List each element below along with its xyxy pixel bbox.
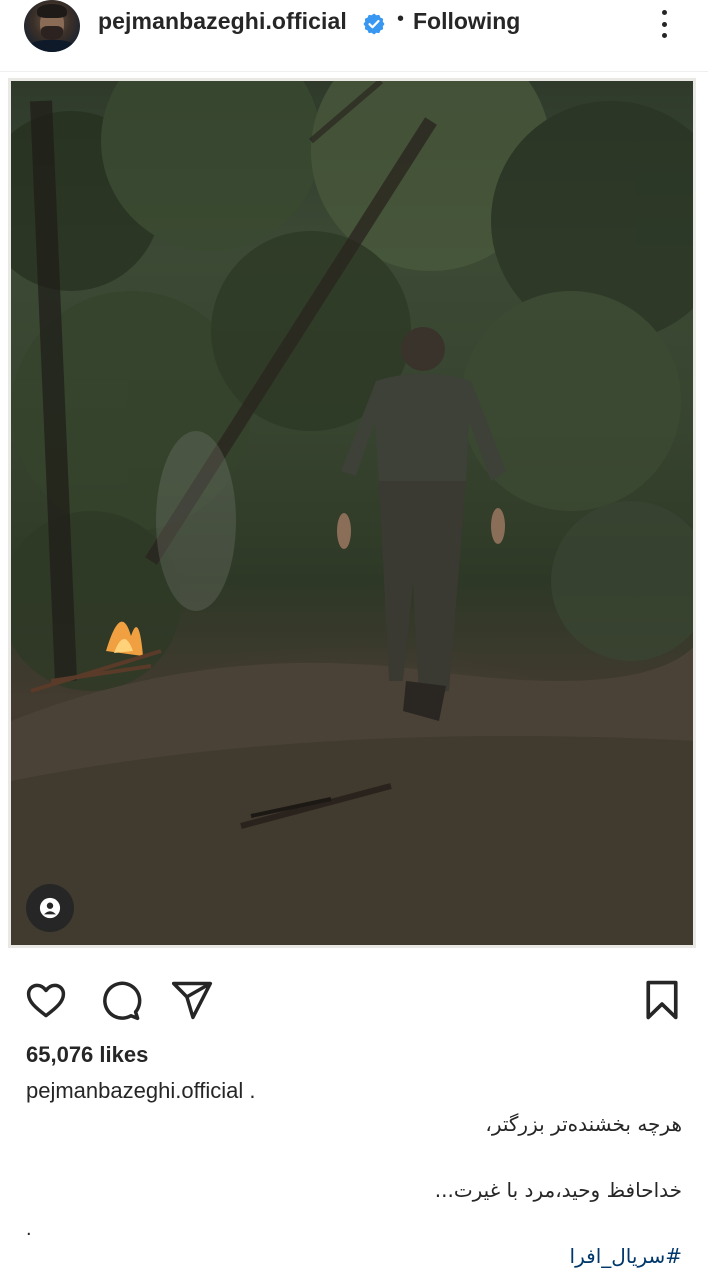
caption-line-2: خداحافظ وحید،مرد با غیرت... [434,1178,682,1202]
user-tag-button[interactable] [26,884,74,932]
caption-dot: . [26,1218,32,1240]
following-button[interactable]: Following [413,8,520,35]
heart-icon[interactable] [24,978,68,1022]
caption-username[interactable]: pejmanbazeghi.official [26,1078,243,1103]
post-image[interactable] [8,78,696,948]
likes-count[interactable]: 65,076 likes [26,1042,148,1068]
caption-line-1: هرچه بخشنده‌تر بزرگتر، [485,1112,682,1136]
avatar[interactable] [24,0,80,52]
separator-dot: • [397,8,405,30]
caption-suffix: . [249,1078,256,1103]
send-icon[interactable] [170,978,214,1022]
post-header: pejmanbazeghi.official • Following [0,0,708,72]
action-bar [0,970,708,1026]
caption-author: pejmanbazeghi.official . [26,1078,256,1104]
user-tag-icon [39,897,61,919]
username[interactable]: pejmanbazeghi.official [98,8,347,35]
bookmark-icon[interactable] [640,978,684,1022]
verified-badge-icon [363,13,385,35]
comment-icon[interactable] [98,978,142,1022]
forest-scene [11,81,693,945]
more-options-icon[interactable] [652,6,676,42]
hashtag-link[interactable]: #سریال_افرا [570,1244,682,1268]
